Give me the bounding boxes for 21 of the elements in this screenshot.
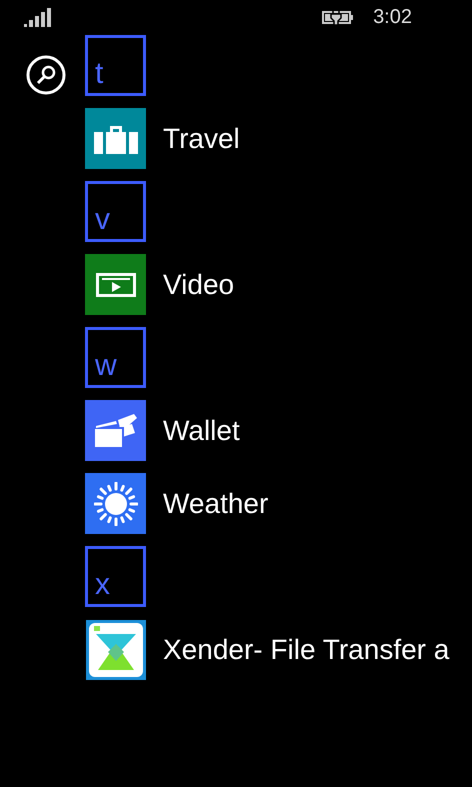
app-name[interactable]: Xender- File Transfer a [163, 634, 450, 666]
app-tile[interactable] [85, 400, 146, 461]
app-tile[interactable] [85, 473, 146, 534]
signal-icon [24, 8, 52, 26]
letter-tile[interactable]: v [85, 181, 146, 242]
letter-tile[interactable]: x [85, 546, 146, 607]
app-name[interactable]: Weather [163, 488, 268, 520]
app-tile[interactable] [85, 108, 146, 169]
wallet-icon [94, 414, 138, 448]
video-icon [96, 272, 136, 296]
suitcase-icon [94, 124, 138, 154]
app-name[interactable]: Wallet [163, 414, 240, 446]
app-tile[interactable] [85, 254, 146, 315]
search-button[interactable] [26, 55, 66, 95]
app-name[interactable]: Video [163, 268, 234, 300]
letter-tile[interactable]: t [85, 35, 146, 96]
clock-time: 3:02 [373, 6, 412, 28]
battery-charging-icon [322, 9, 354, 25]
app-name[interactable]: Travel [163, 122, 240, 154]
sun-icon [94, 482, 138, 526]
letter-tile[interactable]: w [85, 327, 146, 388]
